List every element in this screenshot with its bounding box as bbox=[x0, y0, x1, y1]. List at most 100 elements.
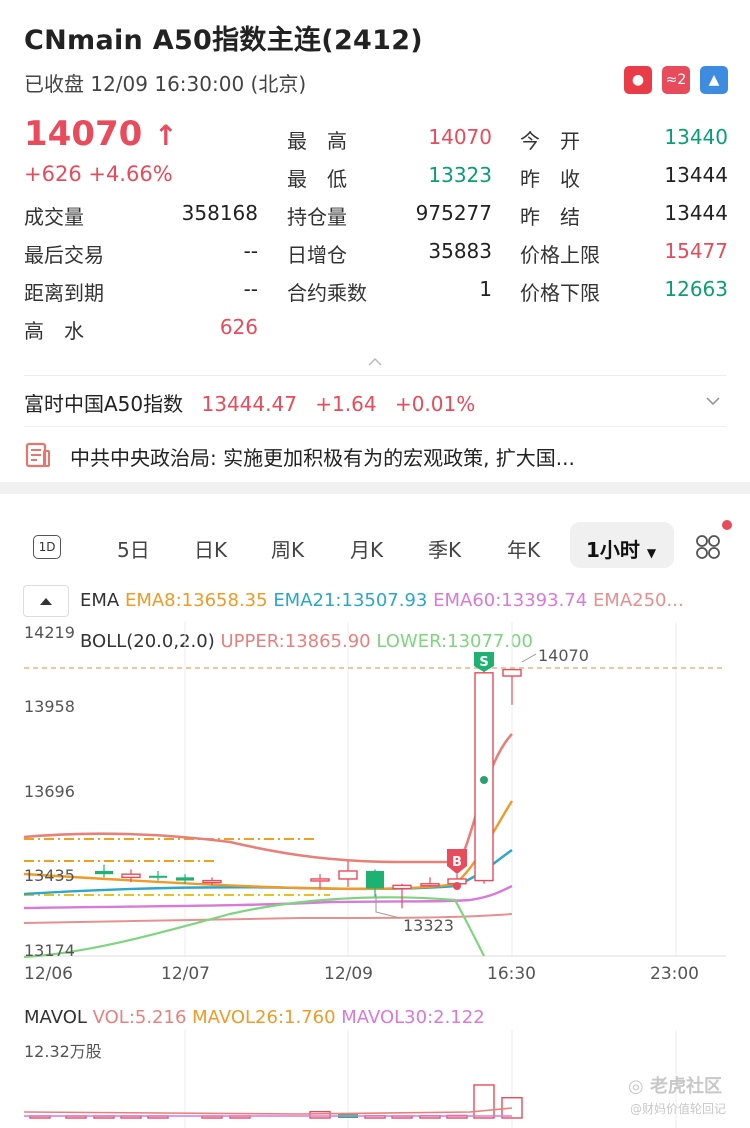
sell-marker-label: S bbox=[479, 655, 488, 670]
candle-body[interactable] bbox=[502, 668, 522, 677]
y-tick: 13696 bbox=[24, 782, 75, 801]
value-volume: 358168 bbox=[181, 201, 258, 225]
label-premium: 高 水 bbox=[24, 319, 84, 343]
tab-quarterly[interactable]: 季K bbox=[428, 534, 461, 563]
candle-body[interactable] bbox=[149, 875, 167, 878]
watermark-handle: @财妈价值轮回记 bbox=[630, 1102, 727, 1116]
index-name: 富时中国A50指数 bbox=[24, 392, 184, 416]
price-chart[interactable]: S B 14070 13323 14219 13958 13696 13435 … bbox=[0, 618, 750, 990]
watermark-brand: ◎ 老虎社区 bbox=[628, 1076, 722, 1097]
value-low: 13323 bbox=[428, 163, 492, 187]
candle-body[interactable] bbox=[95, 870, 113, 875]
value-prev-close: 13444 bbox=[664, 163, 728, 187]
tab-1hour[interactable]: 1小时 ▼ bbox=[586, 534, 656, 563]
candle-body[interactable] bbox=[366, 870, 384, 889]
divider bbox=[24, 426, 726, 427]
index-value: 13444.47 bbox=[201, 392, 297, 416]
buy-marker-label: B bbox=[452, 855, 462, 870]
candle-body[interactable] bbox=[420, 883, 440, 887]
label-prev-settle: 昨 结 bbox=[520, 205, 580, 229]
low-price-tag: 13323 bbox=[403, 916, 454, 935]
label-low: 最 低 bbox=[287, 167, 347, 191]
candle-body[interactable] bbox=[202, 879, 222, 884]
value-prev-settle: 13444 bbox=[664, 201, 728, 225]
label-multiplier: 合约乘数 bbox=[287, 281, 367, 305]
high-price-tag: 14070 bbox=[538, 646, 589, 665]
tab-bar: 5日 日K 周K 月K 季K 年K 1小时 ▼ bbox=[0, 520, 750, 574]
value-last-trade: -- bbox=[243, 239, 258, 263]
cb-badge-icon: ≈2 bbox=[662, 66, 690, 94]
sell-marker[interactable]: S bbox=[474, 652, 494, 672]
x-tick: 16:30 bbox=[487, 964, 536, 984]
label-open-interest: 持仓量 bbox=[287, 205, 347, 229]
divider bbox=[24, 375, 726, 376]
label-expiry: 距离到期 bbox=[24, 281, 104, 305]
singapore-flag-icon: ● bbox=[624, 66, 652, 94]
price-change: +626 +4.66% bbox=[24, 162, 173, 186]
notification-dot bbox=[722, 520, 732, 530]
value-open-interest: 975277 bbox=[415, 201, 492, 225]
candle-body[interactable] bbox=[176, 877, 194, 881]
ema-dot bbox=[453, 882, 461, 890]
last-price: 14070 ↑ bbox=[24, 114, 178, 154]
tab-monthly[interactable]: 月K bbox=[350, 534, 383, 563]
x-tick: 12/06 bbox=[24, 964, 73, 984]
index-pct: +0.01% bbox=[394, 392, 476, 416]
label-volume: 成交量 bbox=[24, 205, 84, 229]
value-upper-limit: 15477 bbox=[664, 239, 728, 263]
tab-5day[interactable]: 5日 bbox=[117, 534, 150, 563]
market-status: 已收盘 12/09 16:30:00 (北京) bbox=[24, 72, 307, 96]
tab-weekly[interactable]: 周K bbox=[271, 534, 304, 563]
x-tick: 12/07 bbox=[161, 964, 210, 984]
label-daily-oi-change: 日增仓 bbox=[287, 243, 347, 267]
grid-menu-icon[interactable] bbox=[694, 532, 724, 566]
collapse-chevron-icon[interactable] bbox=[367, 352, 383, 368]
buy-marker[interactable]: B bbox=[447, 849, 467, 874]
caret-up-icon bbox=[40, 598, 52, 605]
label-prev-close: 昨 收 bbox=[520, 167, 580, 191]
index-row[interactable]: 富时中国A50指数 13444.47 +1.64 +0.01% bbox=[24, 388, 475, 417]
page-title: CNmain A50指数主连(2412) bbox=[24, 25, 423, 56]
volume-bar[interactable] bbox=[309, 1110, 331, 1119]
value-premium: 626 bbox=[219, 315, 258, 339]
x-tick: 23:00 bbox=[650, 964, 699, 984]
dropdown-caret-icon: ▼ bbox=[646, 546, 657, 560]
value-expiry: -- bbox=[243, 277, 258, 301]
y-tick: 13435 bbox=[24, 866, 75, 885]
indicator-toggle-button[interactable] bbox=[23, 585, 69, 617]
candle-body[interactable] bbox=[121, 873, 141, 879]
ema8-line bbox=[23, 800, 514, 890]
value-multiplier: 1 bbox=[479, 277, 492, 301]
volume-bar[interactable] bbox=[473, 1084, 495, 1119]
news-headline[interactable]: 中共中央政治局: 实施更加积极有为的宏观政策, 扩大国... bbox=[70, 442, 575, 471]
badge-group: ● ≈2 ▲ bbox=[624, 66, 728, 94]
candle-body[interactable] bbox=[310, 878, 330, 882]
mavol-line bbox=[23, 1107, 513, 1115]
ema-dot bbox=[480, 776, 488, 784]
label-high: 最 高 bbox=[287, 129, 347, 153]
candle-body[interactable] bbox=[338, 870, 358, 880]
ema-legend: EMA EMA8:13658.35 EMA21:13507.93 EMA60:1… bbox=[80, 590, 684, 611]
value-lower-limit: 12663 bbox=[664, 277, 728, 301]
label-lower-limit: 价格下限 bbox=[520, 281, 600, 305]
news-icon bbox=[24, 441, 52, 473]
x-tick: 12/09 bbox=[324, 964, 373, 984]
label-upper-limit: 价格上限 bbox=[520, 243, 600, 267]
exchange-icon: ▲ bbox=[700, 66, 728, 94]
label-open: 今 开 bbox=[520, 129, 580, 153]
tiger-logo-icon: ◎ bbox=[628, 1076, 650, 1097]
y-tick: 13174 bbox=[24, 941, 75, 960]
candle-body[interactable] bbox=[392, 884, 412, 890]
up-arrow-icon: ↑ bbox=[154, 119, 178, 152]
value-open: 13440 bbox=[664, 125, 728, 149]
y-tick: 13958 bbox=[24, 697, 75, 716]
label-last-trade: 最后交易 bbox=[24, 243, 104, 267]
tag-leader bbox=[521, 653, 537, 663]
mavol-legend: MAVOL VOL:5.216 MAVOL26:1.760 MAVOL30:2.… bbox=[24, 1007, 485, 1028]
tab-yearly[interactable]: 年K bbox=[507, 534, 540, 563]
index-change: +1.64 bbox=[315, 392, 377, 416]
boll-upper-line bbox=[23, 733, 513, 864]
expand-chevron-icon[interactable] bbox=[704, 393, 722, 412]
tab-daily[interactable]: 日K bbox=[194, 534, 227, 563]
section-gap bbox=[0, 482, 750, 494]
